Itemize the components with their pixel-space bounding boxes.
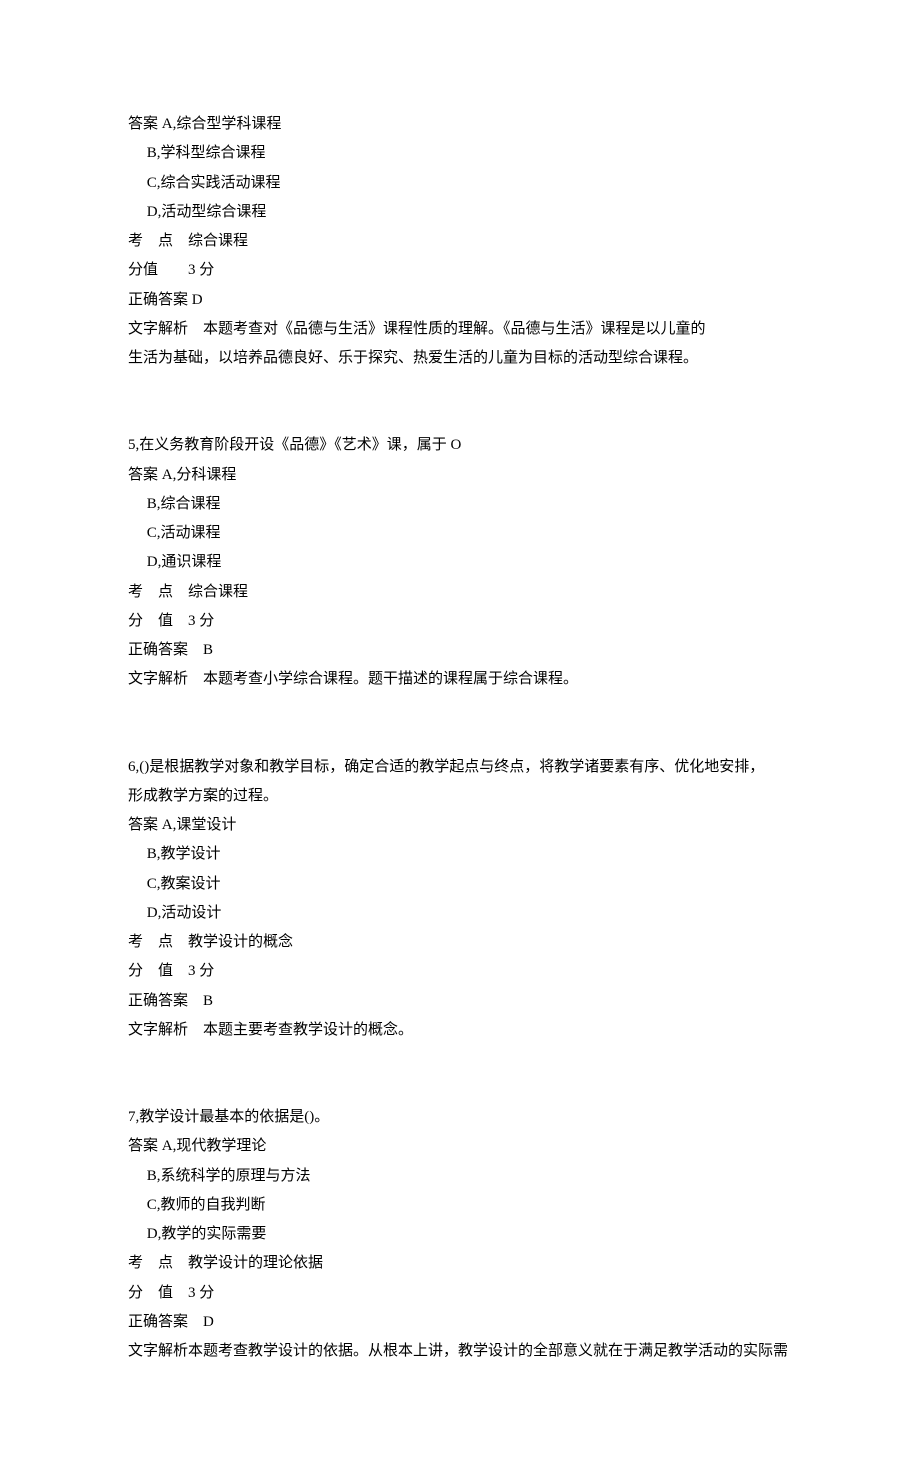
q7-correct-answer: 正确答案 D [128, 1308, 792, 1337]
q5-option-c: C,活动课程 [128, 519, 792, 548]
q5-stem: 5,在义务教育阶段开设《品德》《艺术》课，属于 O [128, 431, 792, 460]
q5-exam-point: 考 点 综合课程 [128, 578, 792, 607]
q4-option-d: D,活动型综合课程 [128, 198, 792, 227]
q7-stem: 7,教学设计最基本的依据是()。 [128, 1103, 792, 1132]
q6-option-b: B,教学设计 [128, 840, 792, 869]
question-5-block: 5,在义务教育阶段开设《品德》《艺术》课，属于 O 答案 A,分科课程 B,综合… [128, 431, 792, 694]
q7-exam-point: 考 点 教学设计的理论依据 [128, 1249, 792, 1278]
q7-option-c: C,教师的自我判断 [128, 1191, 792, 1220]
q7-score: 分 值 3 分 [128, 1279, 792, 1308]
q6-explanation: 文字解析 本题主要考查教学设计的概念。 [128, 1016, 792, 1045]
q6-option-a: 答案 A,课堂设计 [128, 811, 792, 840]
question-6-block: 6,()是根据教学对象和教学目标，确定合适的教学起点与终点，将教学诸要素有序、优… [128, 753, 792, 1046]
q4-explanation-2: 生活为基础，以培养品德良好、乐于探究、热爱生活的儿童为目标的活动型综合课程。 [128, 344, 792, 373]
question-4-block: 答案 A,综合型学科课程 B,学科型综合课程 C,综合实践活动课程 D,活动型综… [128, 110, 792, 373]
q4-exam-point: 考 点 综合课程 [128, 227, 792, 256]
question-7-block: 7,教学设计最基本的依据是()。 答案 A,现代教学理论 B,系统科学的原理与方… [128, 1103, 792, 1366]
q4-score: 分值 3 分 [128, 256, 792, 285]
q4-explanation-1: 文字解析 本题考查对《品德与生活》课程性质的理解。《品德与生活》课程是以儿童的 [128, 315, 792, 344]
q5-option-d: D,通识课程 [128, 548, 792, 577]
q5-option-b: B,综合课程 [128, 490, 792, 519]
q5-explanation: 文字解析 本题考查小学综合课程。题干描述的课程属于综合课程。 [128, 665, 792, 694]
q7-option-b: B,系统科学的原理与方法 [128, 1162, 792, 1191]
q6-exam-point: 考 点 教学设计的概念 [128, 928, 792, 957]
q6-stem-2: 形成教学方案的过程。 [128, 782, 792, 811]
q5-correct-answer: 正确答案 B [128, 636, 792, 665]
q6-score: 分 值 3 分 [128, 957, 792, 986]
q5-option-a: 答案 A,分科课程 [128, 461, 792, 490]
q5-score: 分 值 3 分 [128, 607, 792, 636]
q6-correct-answer: 正确答案 B [128, 987, 792, 1016]
q4-option-a: 答案 A,综合型学科课程 [128, 110, 792, 139]
q6-option-d: D,活动设计 [128, 899, 792, 928]
q7-option-d: D,教学的实际需要 [128, 1220, 792, 1249]
q4-option-b: B,学科型综合课程 [128, 139, 792, 168]
q6-option-c: C,教案设计 [128, 870, 792, 899]
q4-option-c: C,综合实践活动课程 [128, 169, 792, 198]
q4-correct-answer: 正确答案 D [128, 286, 792, 315]
q7-explanation: 文字解析本题考查教学设计的依据。从根本上讲，教学设计的全部意义就在于满足教学活动… [128, 1337, 792, 1366]
document-page: 答案 A,综合型学科课程 B,学科型综合课程 C,综合实践活动课程 D,活动型综… [0, 0, 920, 1484]
q7-option-a: 答案 A,现代教学理论 [128, 1132, 792, 1161]
q6-stem-1: 6,()是根据教学对象和教学目标，确定合适的教学起点与终点，将教学诸要素有序、优… [128, 753, 792, 782]
